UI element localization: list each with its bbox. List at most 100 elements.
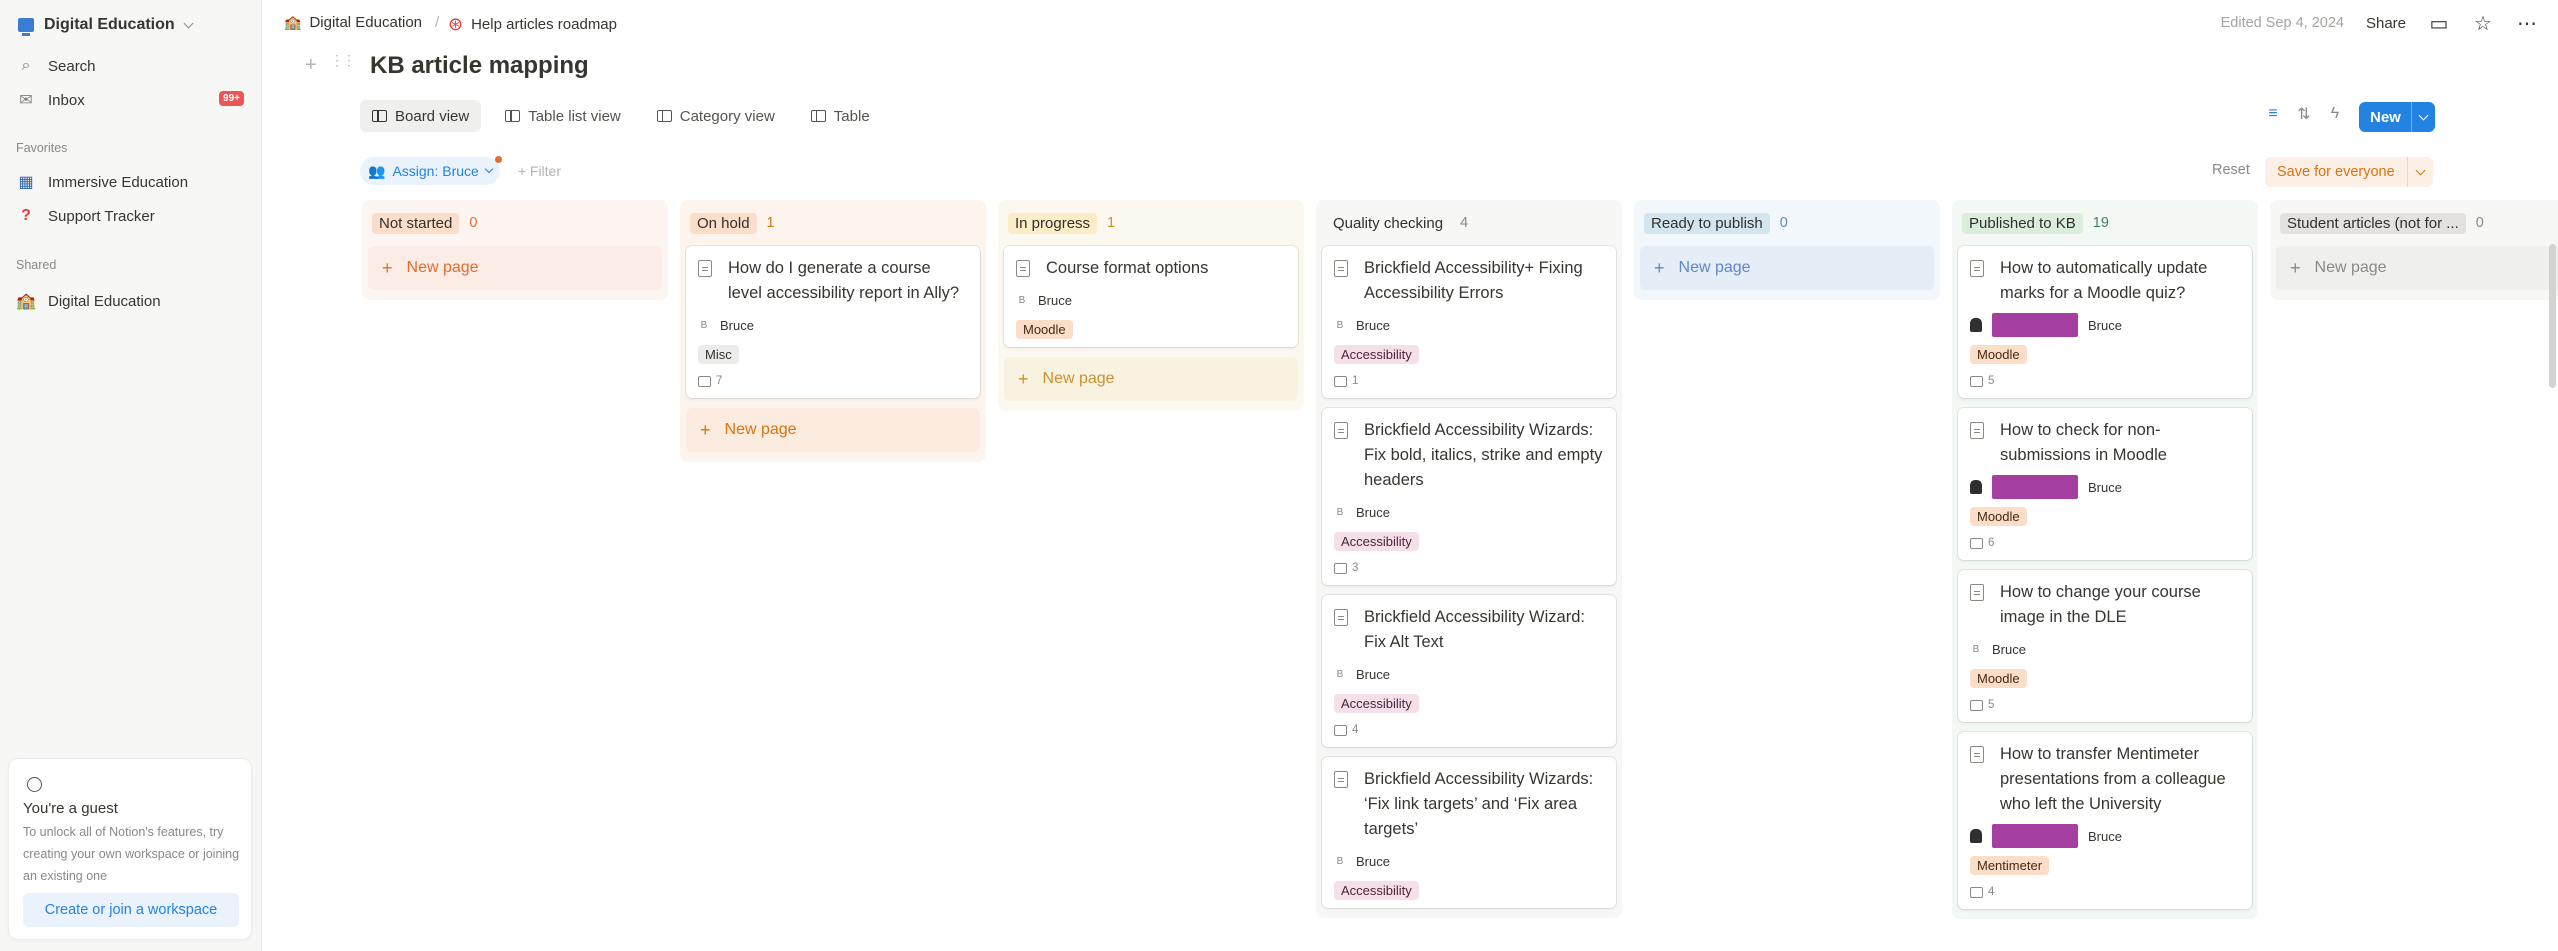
board-column: Published to KB 19 How to automatically up… (1952, 200, 2258, 919)
comment-count-value: 5 (1988, 699, 1995, 711)
new-page-button[interactable]: + New page (1004, 357, 1298, 401)
category-tag: Moodle (1970, 345, 2027, 364)
new-button[interactable]: New (2359, 102, 2435, 132)
breadcrumb-digital-education[interactable]: 🏫 Digital Education (284, 14, 422, 31)
assign-filter-chip[interactable]: 👥 Assign: Bruce (360, 156, 502, 185)
column-header[interactable]: Not started 0 (362, 200, 668, 246)
tab-category-view[interactable]: Category view (645, 100, 787, 132)
board-card[interactable]: How to check for non-submissions in Mood… (1958, 408, 2252, 560)
comment-icon (1970, 699, 1983, 711)
workspace-switcher[interactable]: Digital Education (18, 12, 194, 38)
tab-table-list-view[interactable]: Table list view (493, 100, 633, 132)
comment-count: 5 (1970, 696, 2240, 714)
column-count: 19 (2092, 215, 2109, 231)
card-title: Brickfield Accessibility Wizard: Fix Alt… (1334, 605, 1604, 655)
board-column: Quality checking 4 Brickfield Accessibilit… (1316, 200, 1622, 918)
column-header[interactable]: On hold 1 (680, 200, 986, 246)
board-card[interactable]: Brickfield Accessibility+ Fixing Accessi… (1322, 246, 1616, 398)
category-tag: Moodle (1970, 669, 2027, 688)
school-icon: 🏫 (284, 14, 302, 30)
board-card[interactable]: How to automatically update marks for a … (1958, 246, 2252, 398)
sidebar-item-immersive-education[interactable]: ▦ Immersive Education (16, 167, 246, 197)
card-assignee: Bruce (1970, 313, 2240, 337)
board-card[interactable]: Course format options B Bruce Moodle (1004, 246, 1298, 347)
board-card[interactable]: How do I generate a course level accessi… (686, 246, 980, 398)
column-header[interactable]: Quality checking 4 (1316, 200, 1622, 246)
comment-count: 4 (1970, 883, 2240, 901)
comment-count: 4 (1334, 721, 1604, 739)
comment-icon[interactable]: ▭ (2428, 12, 2450, 35)
chevron-down-icon (2415, 165, 2426, 175)
search-icon: ⌕ (21, 57, 31, 74)
card-title: How do I generate a course level accessi… (698, 256, 968, 306)
question-mark-icon: ? (21, 207, 31, 224)
filter-icon[interactable]: ≡ (2265, 105, 2281, 123)
sidebar-item-support-tracker[interactable]: ? Support Tracker (16, 201, 246, 231)
share-button[interactable]: Share (2366, 15, 2406, 32)
board-card[interactable]: How to change your course image in the D… (1958, 570, 2252, 722)
column-header[interactable]: Ready to publish 0 (1634, 200, 1940, 246)
comment-count-value: 4 (1352, 724, 1359, 736)
column-header[interactable]: Published to KB 19 (1952, 200, 2258, 246)
column-header[interactable]: In progress 1 (998, 200, 1304, 246)
breadcrumb-help-articles[interactable]: ⊛ Help articles roadmap (448, 14, 617, 35)
reset-button[interactable]: Reset (2212, 162, 2250, 178)
page-icon (1334, 609, 1348, 626)
assignee-name: Bruce (1356, 853, 1390, 869)
sidebar-item-search[interactable]: ⌕ Search (16, 51, 246, 81)
tab-label: Board view (395, 107, 470, 125)
board-card[interactable]: Brickfield Accessibility Wizards: Fix bo… (1322, 408, 1616, 585)
card-title: Brickfield Accessibility Wizards: ‘Fix l… (1334, 767, 1604, 842)
page-icon (1334, 771, 1348, 788)
column-count: 1 (766, 215, 775, 231)
more-icon[interactable]: ⋯ (2516, 12, 2538, 35)
column-header[interactable]: Student articles (not for ... 0 (2270, 200, 2558, 246)
new-page-button[interactable]: + New page (2276, 246, 2558, 290)
sidebar-item-label: Digital Education (48, 292, 161, 310)
column-title: Quality checking (1333, 214, 1444, 232)
sidebar-item-inbox[interactable]: ✉ Inbox 99+ (16, 85, 246, 115)
new-page-button[interactable]: + New page (686, 408, 980, 452)
tab-board-view[interactable]: Board view (360, 100, 482, 132)
page-title[interactable]: KB article mapping (370, 52, 589, 80)
comment-count-value: 7 (716, 375, 723, 387)
new-page-label: New page (406, 259, 479, 276)
avatar: B (1018, 294, 1026, 306)
new-dropdown[interactable] (2411, 102, 2435, 132)
board-card[interactable]: Brickfield Accessibility Wizards: ‘Fix l… (1322, 757, 1616, 908)
save-dropdown[interactable] (2407, 157, 2433, 187)
category-tag: Misc (698, 345, 739, 364)
drag-handle-icon[interactable]: ⋮⋮ (330, 53, 356, 67)
comment-count: 5 (1970, 372, 2240, 390)
comment-count-value: 3 (1352, 562, 1359, 574)
board-card[interactable]: How to transfer Mentimeter presentations… (1958, 732, 2252, 909)
create-workspace-button[interactable]: Create or join a workspace (23, 893, 239, 927)
topbar: 🏫 Digital Education / ⊛ Help articles ro… (262, 0, 2558, 46)
comment-icon (698, 375, 711, 387)
plus-icon: + (2290, 257, 2301, 278)
avatar: B (700, 319, 708, 331)
scrollbar[interactable] (2549, 244, 2556, 388)
board-card[interactable]: Brickfield Accessibility Wizard: Fix Alt… (1322, 595, 1616, 747)
chevron-down-icon (183, 18, 194, 28)
tab-table[interactable]: Table (799, 100, 882, 132)
add-block-icon[interactable]: + (305, 54, 317, 77)
sidebar-item-digital-education[interactable]: 🏫 Digital Education (16, 286, 246, 316)
kanban-board: Not started 0 + New page On hold 1 How do I ge… (362, 200, 2558, 951)
column-count: 0 (469, 215, 478, 231)
sort-icon[interactable]: ⇅ (2296, 104, 2312, 124)
card-title-text: How to change your course image in the D… (2000, 583, 2201, 626)
filter-bar: 👥 Assign: Bruce + Filter (360, 155, 561, 187)
save-for-everyone-button[interactable]: Save for everyone (2265, 157, 2433, 187)
breadcrumb-label: Help articles roadmap (471, 16, 617, 33)
page-icon (698, 260, 712, 277)
page-icon (1970, 260, 1984, 277)
add-filter-button[interactable]: + Filter (518, 163, 561, 179)
star-icon[interactable]: ☆ (2472, 12, 2494, 35)
automation-icon[interactable]: ϟ (2327, 105, 2343, 123)
comment-icon (1334, 375, 1347, 387)
new-page-button[interactable]: + New page (1640, 246, 1934, 290)
new-page-button[interactable]: + New page (368, 246, 662, 290)
comment-count: 7 (698, 372, 968, 390)
card-assignee: B Bruce (1334, 501, 1604, 523)
